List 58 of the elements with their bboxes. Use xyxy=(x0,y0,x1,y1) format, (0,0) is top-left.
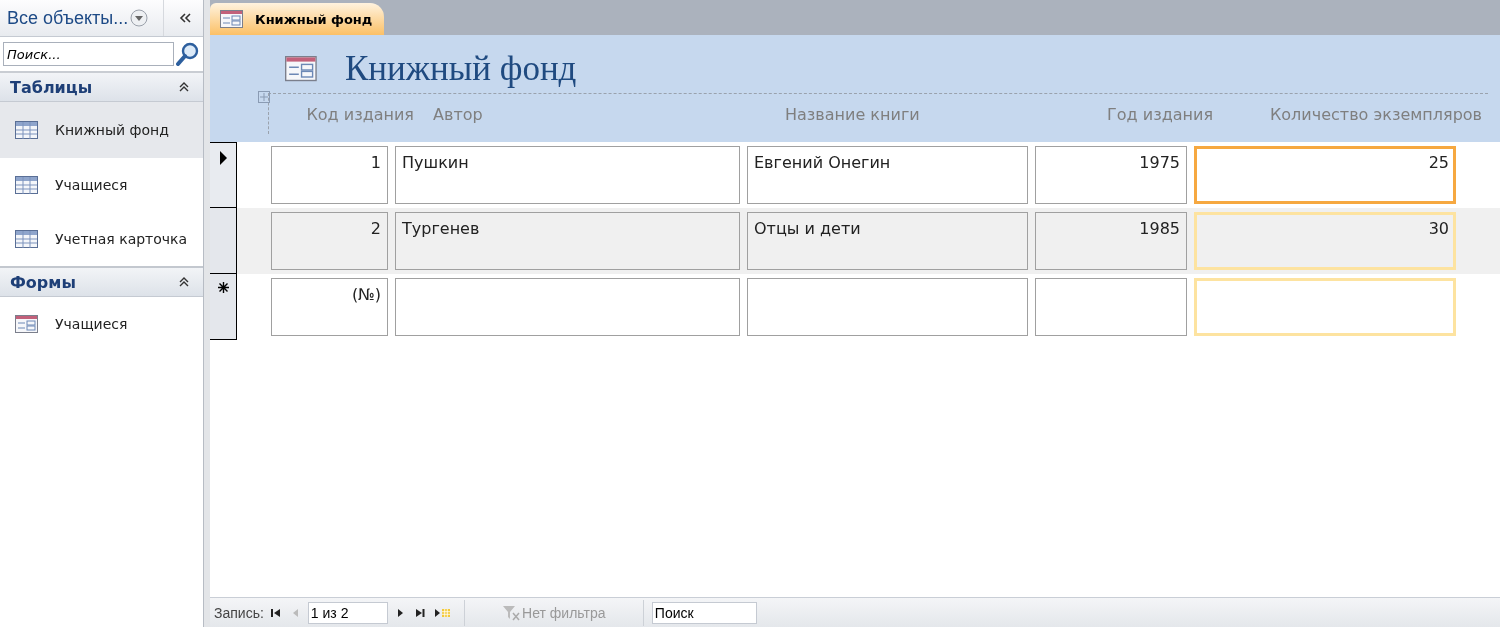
current-record-icon xyxy=(219,151,227,165)
new-record-icon xyxy=(217,282,229,293)
text-field[interactable] xyxy=(395,278,740,336)
group-title: Таблицы xyxy=(10,77,93,97)
search-field[interactable]: Поиск xyxy=(651,601,757,624)
text-field[interactable]: 1975 xyxy=(1035,146,1187,204)
table-icon xyxy=(15,121,38,139)
column-label: Год издания xyxy=(1106,105,1214,124)
new-record-icon xyxy=(434,607,451,618)
nav-item[interactable]: Учащиеся xyxy=(0,158,203,212)
item-label: Учащиеся xyxy=(55,316,128,332)
dropdown-icon xyxy=(130,9,149,27)
document-tab[interactable]: Книжный фонд xyxy=(210,3,385,35)
form-icon xyxy=(285,56,317,82)
text-field[interactable]: 25 xyxy=(1194,146,1456,204)
first-record-icon xyxy=(270,607,281,618)
search-field[interactable]: Поиск... xyxy=(3,42,174,66)
collapse-chevron-icon xyxy=(179,82,189,92)
form-icon xyxy=(220,10,243,28)
move-handle-icon xyxy=(258,91,270,103)
column-label: Название книги xyxy=(784,105,921,124)
collapse-chevron-icon xyxy=(179,277,189,287)
item-label: Книжный фонд xyxy=(55,122,169,138)
text-field[interactable] xyxy=(747,278,1028,336)
text-field[interactable] xyxy=(1035,278,1187,336)
table-icon xyxy=(15,176,38,194)
table-icon xyxy=(15,230,38,248)
form-icon xyxy=(15,315,38,333)
text-field[interactable]: (№) xyxy=(271,278,388,336)
record-selector[interactable] xyxy=(210,208,237,274)
group-title: Формы xyxy=(10,272,76,292)
nav-item[interactable]: Учащиеся xyxy=(0,297,203,351)
record-number-field[interactable]: 1 из 2 xyxy=(307,601,388,624)
double-chevron-icon xyxy=(178,13,191,23)
record-selector[interactable] xyxy=(210,274,237,340)
record-label: Запись: xyxy=(214,604,264,621)
text-field[interactable]: 1 xyxy=(271,146,388,204)
text-field[interactable]: Пушкин xyxy=(395,146,740,204)
item-label: Учетная карточка xyxy=(55,231,188,247)
record-selector[interactable] xyxy=(210,142,237,208)
column-label: Количество экземпляров xyxy=(1268,105,1483,124)
nav-item[interactable]: Книжный фонд xyxy=(0,102,203,158)
column-label: Код издания xyxy=(305,105,415,124)
form-title: Книжный фонд xyxy=(345,49,577,89)
group-header[interactable]: Таблицы xyxy=(0,73,203,102)
text-field[interactable]: 2 xyxy=(271,212,388,270)
text-field[interactable]: Тургенев xyxy=(395,212,740,270)
column-label: Автор xyxy=(432,105,484,124)
text-field[interactable]: 30 xyxy=(1194,212,1456,270)
nav-item[interactable]: Учетная карточка xyxy=(0,212,203,266)
group-header[interactable]: Формы xyxy=(0,266,203,297)
text-field[interactable]: Отцы и дети xyxy=(747,212,1028,270)
text-field[interactable]: Евгений Онегин xyxy=(747,146,1028,204)
last-record-icon xyxy=(414,607,425,618)
filter-icon xyxy=(502,604,521,621)
text-field[interactable]: 1985 xyxy=(1035,212,1187,270)
search-icon xyxy=(176,42,200,66)
item-label: Учащиеся xyxy=(55,177,128,193)
